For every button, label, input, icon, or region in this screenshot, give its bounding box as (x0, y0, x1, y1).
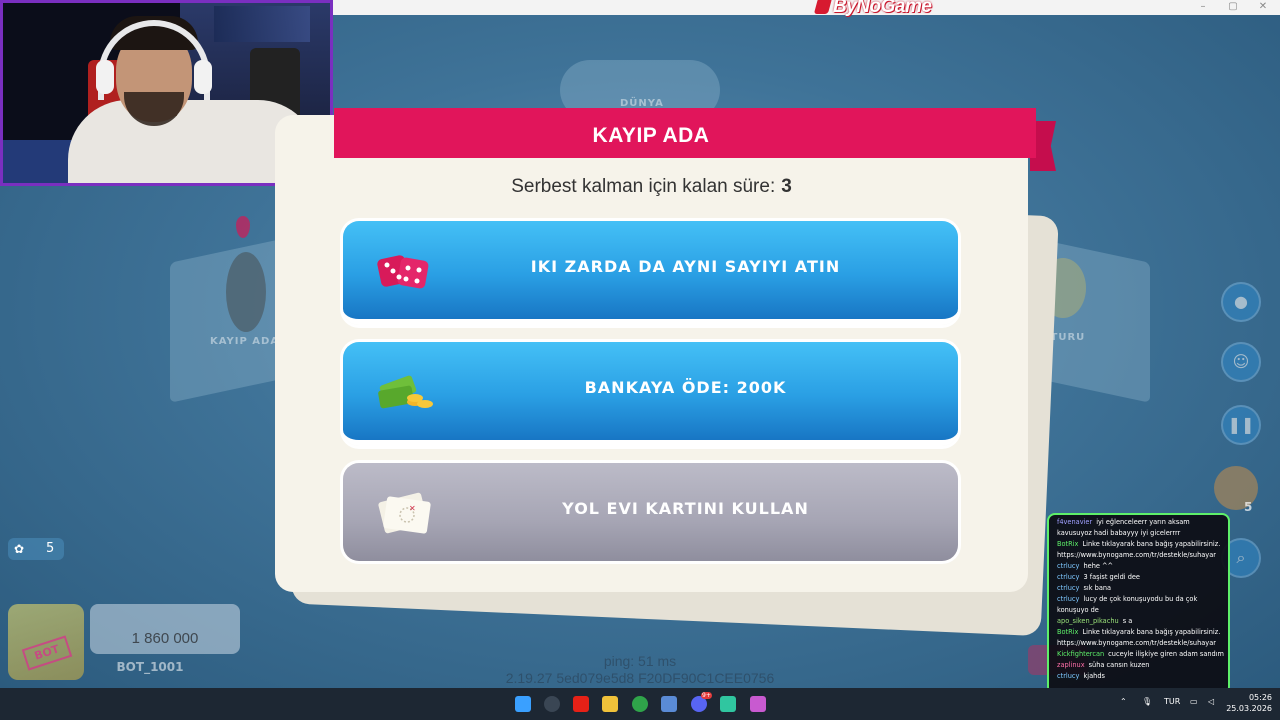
chat-message: BotRix Linke tıklayarak bana bağış yapabi… (1057, 627, 1224, 649)
dialog-title: KAYIP ADA (592, 124, 710, 147)
chat-message: ctrlucy hehe ^^ (1057, 561, 1224, 572)
cards-icon: ✿ (14, 542, 25, 556)
volume-icon[interactable]: ◁ (1208, 697, 1214, 706)
pay-bank-label: BANKAYA ÖDE: 200K (584, 377, 787, 397)
chat-message: BotRix Linke tıklayarak bana bağış yapabi… (1057, 539, 1224, 561)
tray-chevron-icon[interactable]: ⌃ (1120, 697, 1127, 706)
chat-username: ctrlucy (1057, 584, 1080, 592)
chat-text: Linke tıklayarak bana bağış yapabilirsin… (1057, 628, 1221, 647)
cards-count: 5 (46, 541, 55, 556)
settings-icon[interactable] (661, 696, 677, 712)
location-pin-icon (236, 216, 250, 238)
roll-doubles-label: IKI ZARDA DA AYNI SAYIYI ATIN (530, 256, 841, 276)
minimize-button[interactable]: – (1196, 0, 1210, 14)
chat-username: ctrlucy (1057, 595, 1080, 603)
ping-readout: ping: 51 ms (603, 653, 677, 669)
chat-message: apo_siken_pikachu s a (1057, 616, 1224, 627)
chat-username: ctrlucy (1057, 672, 1080, 680)
chat-username: BotRix (1057, 628, 1079, 636)
chat-text: 3 faşist geldi dee (1083, 573, 1140, 581)
board-tile-left (170, 237, 290, 403)
use-jail-card-button[interactable]: ✕ YOL EVI KARTINI KULLAN (343, 463, 958, 561)
microphone-icon[interactable]: 🎙︎ (1142, 697, 1152, 706)
pause-button[interactable]: ❚❚ (1221, 405, 1261, 445)
chat-message: f4venavier iyi eğlenceleerr yarın aksam k… (1057, 517, 1224, 539)
chat-text: Linke tıklayarak bana bağış yapabilirsin… (1057, 540, 1221, 559)
chat-message: ctrlucy sık bana (1057, 583, 1224, 594)
turns-left-value: 3 (781, 176, 792, 197)
clock-date: 25.03.2026 (1226, 704, 1272, 713)
widgets-icon[interactable] (544, 696, 560, 712)
chat-text: hehe ^^ (1083, 562, 1114, 570)
brand-name: ByNoGame (833, 0, 932, 17)
network-icon[interactable]: ▭ (1190, 697, 1198, 706)
chat-text: s a (1122, 617, 1133, 625)
chrome-icon[interactable] (632, 696, 648, 712)
board-label-left: KAYIP ADA (210, 336, 280, 347)
chat-username: ctrlucy (1057, 562, 1080, 570)
game-icon[interactable] (750, 696, 766, 712)
chat-text: süha cansın kuzen (1088, 661, 1150, 669)
chat-message: ctrlucy kjahds (1057, 671, 1224, 682)
chat-username: ctrlucy (1057, 573, 1080, 581)
emoji-button[interactable]: ☺ (1221, 342, 1261, 382)
chat-username: Kickfightercan (1057, 650, 1105, 658)
start-icon[interactable] (515, 696, 531, 712)
chat-username: f4venavier (1057, 518, 1093, 526)
pay-bank-button[interactable]: BANKAYA ÖDE: 200K (343, 342, 958, 446)
chat-username: apo_siken_pikachu (1057, 617, 1119, 625)
language-indicator[interactable]: TUR (1164, 697, 1180, 706)
player-money: 1 860 000 (131, 630, 199, 647)
app-icon[interactable] (720, 696, 736, 712)
roll-doubles-button[interactable]: IKI ZARDA DA AYNI SAYIYI ATIN (343, 221, 958, 325)
use-jail-card-label: YOL EVI KARTINI KULLAN (562, 498, 809, 518)
maximize-button[interactable]: ▢ (1226, 0, 1240, 14)
clock-time: 05:26 (1248, 693, 1272, 702)
chat-message: ctrlucy 3 faşist geldi dee (1057, 572, 1224, 583)
coin-button[interactable]: ● (1221, 282, 1261, 322)
brand-logo: ByNoGame (813, 0, 932, 18)
chat-message: zaplinux süha cansın kuzen (1057, 660, 1224, 671)
build-version: 2.19.27 5ed079e5d8 F20DF90C1CEE0756 (505, 670, 775, 686)
chat-message: ctrlucy lucy de çok konuşuyodu bu da çok … (1057, 594, 1224, 616)
chat-username: BotRix (1057, 540, 1079, 548)
taskbar-clock[interactable]: 05:26 25.03.2026 (1226, 692, 1272, 714)
discord-badge: 9+ (701, 692, 712, 699)
chat-text: cuceyle ilişkiye giren adam sandım (1108, 650, 1224, 658)
youtube-icon[interactable] (573, 696, 589, 712)
player-cards-badge[interactable]: ✿ 5 (8, 538, 64, 560)
player-token (226, 252, 266, 332)
dialog-subtitle: Serbest kalman için kalan süre: 3 (275, 176, 1028, 198)
chat-text: kjahds (1083, 672, 1105, 680)
stream-chat: f4venavier iyi eğlenceleerr yarın aksam k… (1047, 513, 1230, 695)
subtitle-text: Serbest kalman için kalan süre: (511, 176, 776, 197)
right-counter: 5 (1244, 500, 1253, 514)
close-button[interactable]: ✕ (1256, 0, 1270, 14)
chat-text: sık bana (1083, 584, 1112, 592)
chat-message: Kickfightercan cuceyle ilişkiye giren ada… (1057, 649, 1224, 660)
brand-mark-icon (813, 0, 833, 14)
chat-username: zaplinux (1057, 661, 1085, 669)
file-explorer-icon[interactable] (602, 696, 618, 712)
player-name: BOT_1001 (116, 660, 184, 674)
